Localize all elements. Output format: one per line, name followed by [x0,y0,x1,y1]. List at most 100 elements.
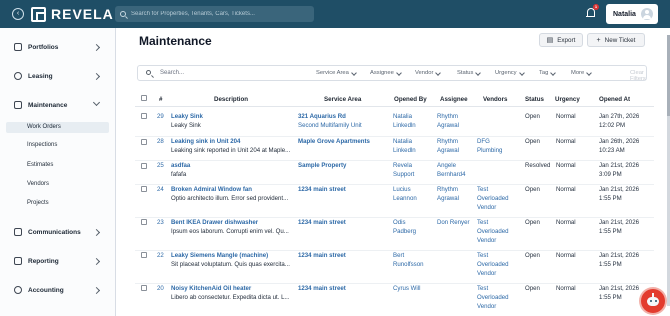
filter-search-input[interactable]: Search... [160,70,184,76]
opened-by-line[interactable]: Support [393,170,414,179]
sidebar-subitem-work-orders[interactable]: Work Orders [6,122,109,133]
row-checkbox[interactable] [141,252,147,258]
opened-by-line[interactable]: Natalia [393,137,412,146]
column-urgency[interactable]: Urgency [555,96,580,103]
sidebar-item-leasing[interactable]: Leasing [14,70,53,82]
opened-by-line[interactable]: Runolfsson [393,260,424,269]
sidebar-subitem-vendors[interactable]: Vendors [27,181,49,187]
service-area-line[interactable]: Second Multifamily Unit [298,121,362,130]
clear-filters-button[interactable]: Clear Filters [630,70,646,82]
ticket-title[interactable]: Bent IKEA Drawer dishwasher [171,218,258,227]
row-checkbox[interactable] [141,285,147,291]
chevron-right-icon[interactable] [92,228,101,237]
more-filters[interactable]: More [571,70,584,76]
opened-by-line[interactable]: Padberg [393,227,416,236]
assignee-line[interactable]: Agrawal [437,194,459,203]
user-profile-button[interactable]: Natalia [606,4,658,24]
assignee-line[interactable]: Don Renyer [437,218,470,227]
table-row[interactable]: 29 Leaky Sink Leaky Sink 321 Aquarius Rd… [135,112,654,137]
column-description[interactable]: Description [214,96,248,103]
row-checkbox[interactable] [141,113,147,119]
ticket-id[interactable]: 28 [157,137,164,146]
ticket-title[interactable]: Noisy KitchenAid Oil heater [171,284,251,293]
vendor-line[interactable]: Overloaded [477,293,509,302]
vendor-line[interactable]: Overloaded [477,194,509,203]
ticket-id[interactable]: 24 [157,185,164,194]
revela-logo[interactable]: REVELA [31,6,114,22]
ticket-id[interactable]: 29 [157,112,164,121]
service-area-line[interactable]: 1234 main street [298,251,346,260]
table-row[interactable]: 24 Broken Admiral Window fan Optio archi… [135,185,654,218]
vendor-line[interactable]: Plumbing [477,146,502,155]
chevron-right-icon[interactable] [92,286,101,295]
global-search[interactable] [115,6,314,22]
service-area-line[interactable]: Sample Property [298,161,346,170]
new-ticket-button[interactable]: + New Ticket [587,33,645,47]
ticket-title[interactable]: asdfaa [171,161,190,170]
service-area-filter[interactable]: Service Area [316,70,349,76]
assignee-line[interactable]: Bernhard4 [437,170,465,179]
ticket-id[interactable]: 22 [157,251,164,260]
service-area-line[interactable]: 321 Aquarius Rd [298,112,346,121]
vendor-line[interactable]: Vendor [477,269,496,278]
vendor-line[interactable]: Overloaded [477,227,509,236]
ticket-title[interactable]: Broken Admiral Window fan [171,185,252,194]
ticket-id[interactable]: 25 [157,161,164,170]
column-assignee[interactable]: Assignee [440,96,468,103]
row-checkbox[interactable] [141,163,147,169]
assignee-line[interactable]: Agrawal [437,121,459,130]
opened-by-line[interactable]: Leannon [393,194,417,203]
chevron-down-icon[interactable] [92,98,101,107]
urgency-filter[interactable]: Urgency [495,70,517,76]
sidebar-subitem-inspections[interactable]: Inspections [27,142,57,148]
table-row[interactable]: 20 Noisy KitchenAid Oil heater Libero ab… [135,284,654,316]
row-checkbox[interactable] [141,186,147,192]
service-area-line[interactable]: Maple Grove Apartments [298,137,370,146]
opened-by-line[interactable]: Linkedln [393,121,416,130]
opened-by-line[interactable]: Odis [393,218,406,227]
row-checkbox[interactable] [141,139,147,145]
column-vendors[interactable]: Vendors [483,96,507,103]
assignee-line[interactable]: Agrawal [437,146,459,155]
select-all-checkbox[interactable] [141,95,147,101]
sidebar-item-accounting[interactable]: Accounting [14,284,64,296]
opened-by-line[interactable]: Lucius [393,185,411,194]
vendor-line[interactable]: Vendor [477,302,496,311]
ticket-title[interactable]: Leaking sink in Unit 204 [171,137,240,146]
opened-by-line[interactable]: Cyrus Will [393,284,420,293]
vendor-line[interactable]: DFG [477,137,490,146]
column-id[interactable]: # [159,96,162,103]
table-row[interactable]: 25 asdfaa fafafa Sample Property Revela … [135,161,654,185]
sidebar-item-communications[interactable]: Communications [14,226,81,238]
export-button[interactable]: ▤ Export [539,33,583,47]
chevron-right-icon[interactable] [92,72,101,81]
tag-filter[interactable]: Tag [539,70,548,76]
sidebar-item-portfolios[interactable]: Portfolios [14,41,58,53]
row-checkbox[interactable] [141,219,147,225]
vendor-line[interactable]: Vendor [477,203,496,212]
assignee-line[interactable]: Rhythm [437,185,458,194]
vendor-line[interactable]: Test [477,185,488,194]
vendor-filter[interactable]: Vendor [415,70,433,76]
assignee-line[interactable]: Rhythm [437,112,458,121]
service-area-line[interactable]: 1234 main street [298,284,346,293]
column-opened-by[interactable]: Opened By [394,96,427,103]
collapse-sidebar-icon[interactable]: ‹ [12,8,24,20]
ticket-title[interactable]: Leaky Siemens Mangle (machine) [171,251,268,260]
vendor-line[interactable]: Test [477,284,488,293]
table-row[interactable]: 22 Leaky Siemens Mangle (machine) Sit pl… [135,251,654,284]
column-opened-at[interactable]: Opened At [599,96,630,103]
table-row[interactable]: 23 Bent IKEA Drawer dishwasher Ipsum eos… [135,218,654,251]
opened-by-line[interactable]: Bert [393,251,404,260]
table-row[interactable]: 28 Leaking sink in Unit 204 Leaking sink… [135,137,654,161]
service-area-line[interactable]: 1234 main street [298,185,346,194]
column-service-area[interactable]: Service Area [324,96,361,103]
opened-by-line[interactable]: Revela [393,161,412,170]
chevron-right-icon[interactable] [92,257,101,266]
assignee-filter[interactable]: Assignee [370,70,394,76]
column-status[interactable]: Status [525,96,544,103]
sidebar-item-reporting[interactable]: Reporting [14,255,59,267]
sidebar-subitem-estimates[interactable]: Estimates [27,162,53,168]
vendor-line[interactable]: Vendor [477,236,496,245]
opened-by-line[interactable]: Natalia [393,112,412,121]
